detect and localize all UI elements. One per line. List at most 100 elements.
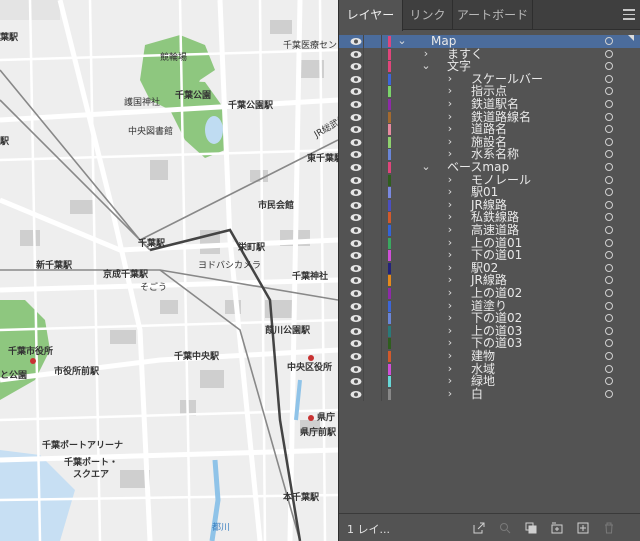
- visibility-eye-icon[interactable]: [350, 200, 362, 211]
- visibility-eye-icon[interactable]: [350, 326, 362, 337]
- visibility-eye-icon[interactable]: [350, 275, 362, 286]
- target-circle-icon[interactable]: [605, 238, 613, 247]
- target-circle-icon[interactable]: [605, 188, 613, 197]
- visibility-eye-icon[interactable]: [350, 112, 362, 123]
- target-circle-icon[interactable]: [605, 175, 613, 184]
- expand-chevron-icon[interactable]: ›: [445, 387, 455, 401]
- target-circle-icon[interactable]: [605, 389, 613, 398]
- map-label: 千葉神社: [292, 272, 329, 282]
- map-label: 東千葉駅: [307, 154, 338, 164]
- visibility-eye-icon[interactable]: [350, 61, 362, 72]
- layer-color-swatch: [388, 61, 391, 73]
- target-circle-icon[interactable]: [605, 62, 613, 71]
- target-circle-icon[interactable]: [605, 289, 613, 297]
- visibility-eye-icon[interactable]: [350, 225, 362, 236]
- target-circle-icon[interactable]: [605, 87, 613, 96]
- layer-color-swatch: [388, 212, 391, 224]
- layer-color-swatch: [388, 338, 391, 350]
- export-icon[interactable]: [473, 522, 485, 534]
- target-circle-icon[interactable]: [605, 112, 613, 121]
- layer-color-swatch: [388, 351, 391, 362]
- map-label: そごう: [140, 283, 168, 293]
- visibility-eye-icon[interactable]: [350, 238, 362, 249]
- layer-color-swatch: [388, 262, 391, 274]
- target-circle-icon[interactable]: [605, 100, 613, 108]
- layer-row[interactable]: › ますく: [339, 47, 640, 61]
- target-circle-icon[interactable]: [605, 339, 613, 348]
- tab-layers[interactable]: レイヤー: [339, 0, 403, 31]
- visibility-eye-icon[interactable]: [350, 338, 362, 349]
- target-circle-icon[interactable]: [605, 263, 613, 272]
- target-circle-icon[interactable]: [605, 150, 613, 159]
- target-circle-icon[interactable]: [605, 213, 613, 222]
- visibility-eye-icon[interactable]: [350, 149, 362, 160]
- new-layer-icon[interactable]: [577, 522, 589, 534]
- visibility-eye-icon[interactable]: [350, 86, 362, 97]
- target-circle-icon[interactable]: [605, 137, 613, 146]
- visibility-eye-icon[interactable]: [350, 175, 362, 186]
- tab-artboards[interactable]: アートボード: [453, 0, 533, 30]
- map-label: 葉駅: [0, 33, 19, 43]
- target-circle-icon[interactable]: [605, 74, 613, 83]
- visibility-eye-icon[interactable]: [350, 74, 362, 85]
- map-label: 千葉中央駅: [174, 352, 220, 362]
- layer-name: 白: [471, 386, 484, 401]
- map-label: と公園: [0, 371, 28, 381]
- visibility-eye-icon[interactable]: [350, 36, 362, 47]
- search-icon[interactable]: [499, 522, 511, 534]
- map-label: 市民会館: [258, 201, 295, 211]
- panel-menu-icon[interactable]: [623, 9, 635, 21]
- delete-icon[interactable]: [603, 522, 615, 534]
- new-sublayer-icon[interactable]: [551, 522, 563, 534]
- visibility-eye-icon[interactable]: [350, 389, 362, 400]
- map-label: 市役所前駅: [54, 367, 100, 377]
- target-circle-icon[interactable]: [605, 326, 613, 335]
- visibility-eye-icon[interactable]: [350, 364, 362, 375]
- map-canvas[interactable]: 競輪場 千葉公園 千葉公園駅 護国神社 中央図書館 千葉医療センタ 葉駅 駅 J…: [0, 0, 338, 541]
- layer-row[interactable]: ⌄ Map: [339, 34, 640, 48]
- visibility-eye-icon[interactable]: [350, 162, 362, 173]
- layer-row[interactable]: › 白: [339, 386, 640, 401]
- visibility-eye-icon[interactable]: [350, 288, 362, 299]
- map-label: 千葉公園: [175, 91, 212, 101]
- visibility-eye-icon[interactable]: [350, 351, 362, 362]
- collapse-chevron-icon[interactable]: ⌄: [397, 34, 407, 48]
- target-circle-icon[interactable]: [605, 200, 613, 209]
- layer-row[interactable]: › 緑地: [339, 374, 640, 389]
- map-label: 千葉医療センタ: [283, 41, 338, 51]
- target-circle-icon[interactable]: [605, 226, 613, 234]
- visibility-eye-icon[interactable]: [350, 263, 362, 274]
- clipping-mask-icon[interactable]: [525, 522, 537, 534]
- layer-color-swatch: [388, 300, 391, 312]
- visibility-eye-icon[interactable]: [350, 99, 362, 110]
- layer-color-swatch: [388, 136, 391, 148]
- layer-color-swatch: [388, 187, 391, 199]
- target-circle-icon[interactable]: [605, 352, 613, 360]
- visibility-eye-icon[interactable]: [350, 313, 362, 324]
- target-circle-icon[interactable]: [605, 125, 613, 134]
- tab-links[interactable]: リンク: [403, 0, 453, 30]
- target-circle-icon[interactable]: [605, 163, 613, 171]
- target-circle-icon[interactable]: [605, 301, 613, 310]
- target-circle-icon[interactable]: [605, 364, 613, 373]
- map-label: 千葉市役所: [8, 347, 54, 357]
- target-circle-icon[interactable]: [605, 49, 613, 58]
- target-circle-icon[interactable]: [605, 276, 613, 285]
- layer-color-swatch: [388, 111, 391, 123]
- visibility-eye-icon[interactable]: [350, 250, 362, 261]
- collapse-chevron-icon[interactable]: ⌄: [421, 160, 431, 174]
- target-circle-icon[interactable]: [605, 377, 613, 386]
- visibility-eye-icon[interactable]: [350, 124, 362, 135]
- layer-color-swatch: [388, 149, 391, 161]
- visibility-eye-icon[interactable]: [350, 49, 362, 60]
- collapse-chevron-icon[interactable]: ⌄: [421, 59, 431, 73]
- target-circle-icon[interactable]: [605, 314, 613, 323]
- visibility-eye-icon[interactable]: [350, 187, 362, 198]
- visibility-eye-icon[interactable]: [350, 137, 362, 148]
- visibility-eye-icon[interactable]: [350, 301, 362, 312]
- visibility-eye-icon[interactable]: [350, 212, 362, 223]
- target-circle-icon[interactable]: [605, 251, 613, 260]
- layer-color-swatch: [388, 124, 391, 136]
- visibility-eye-icon[interactable]: [350, 376, 362, 387]
- target-circle-icon[interactable]: [605, 37, 613, 45]
